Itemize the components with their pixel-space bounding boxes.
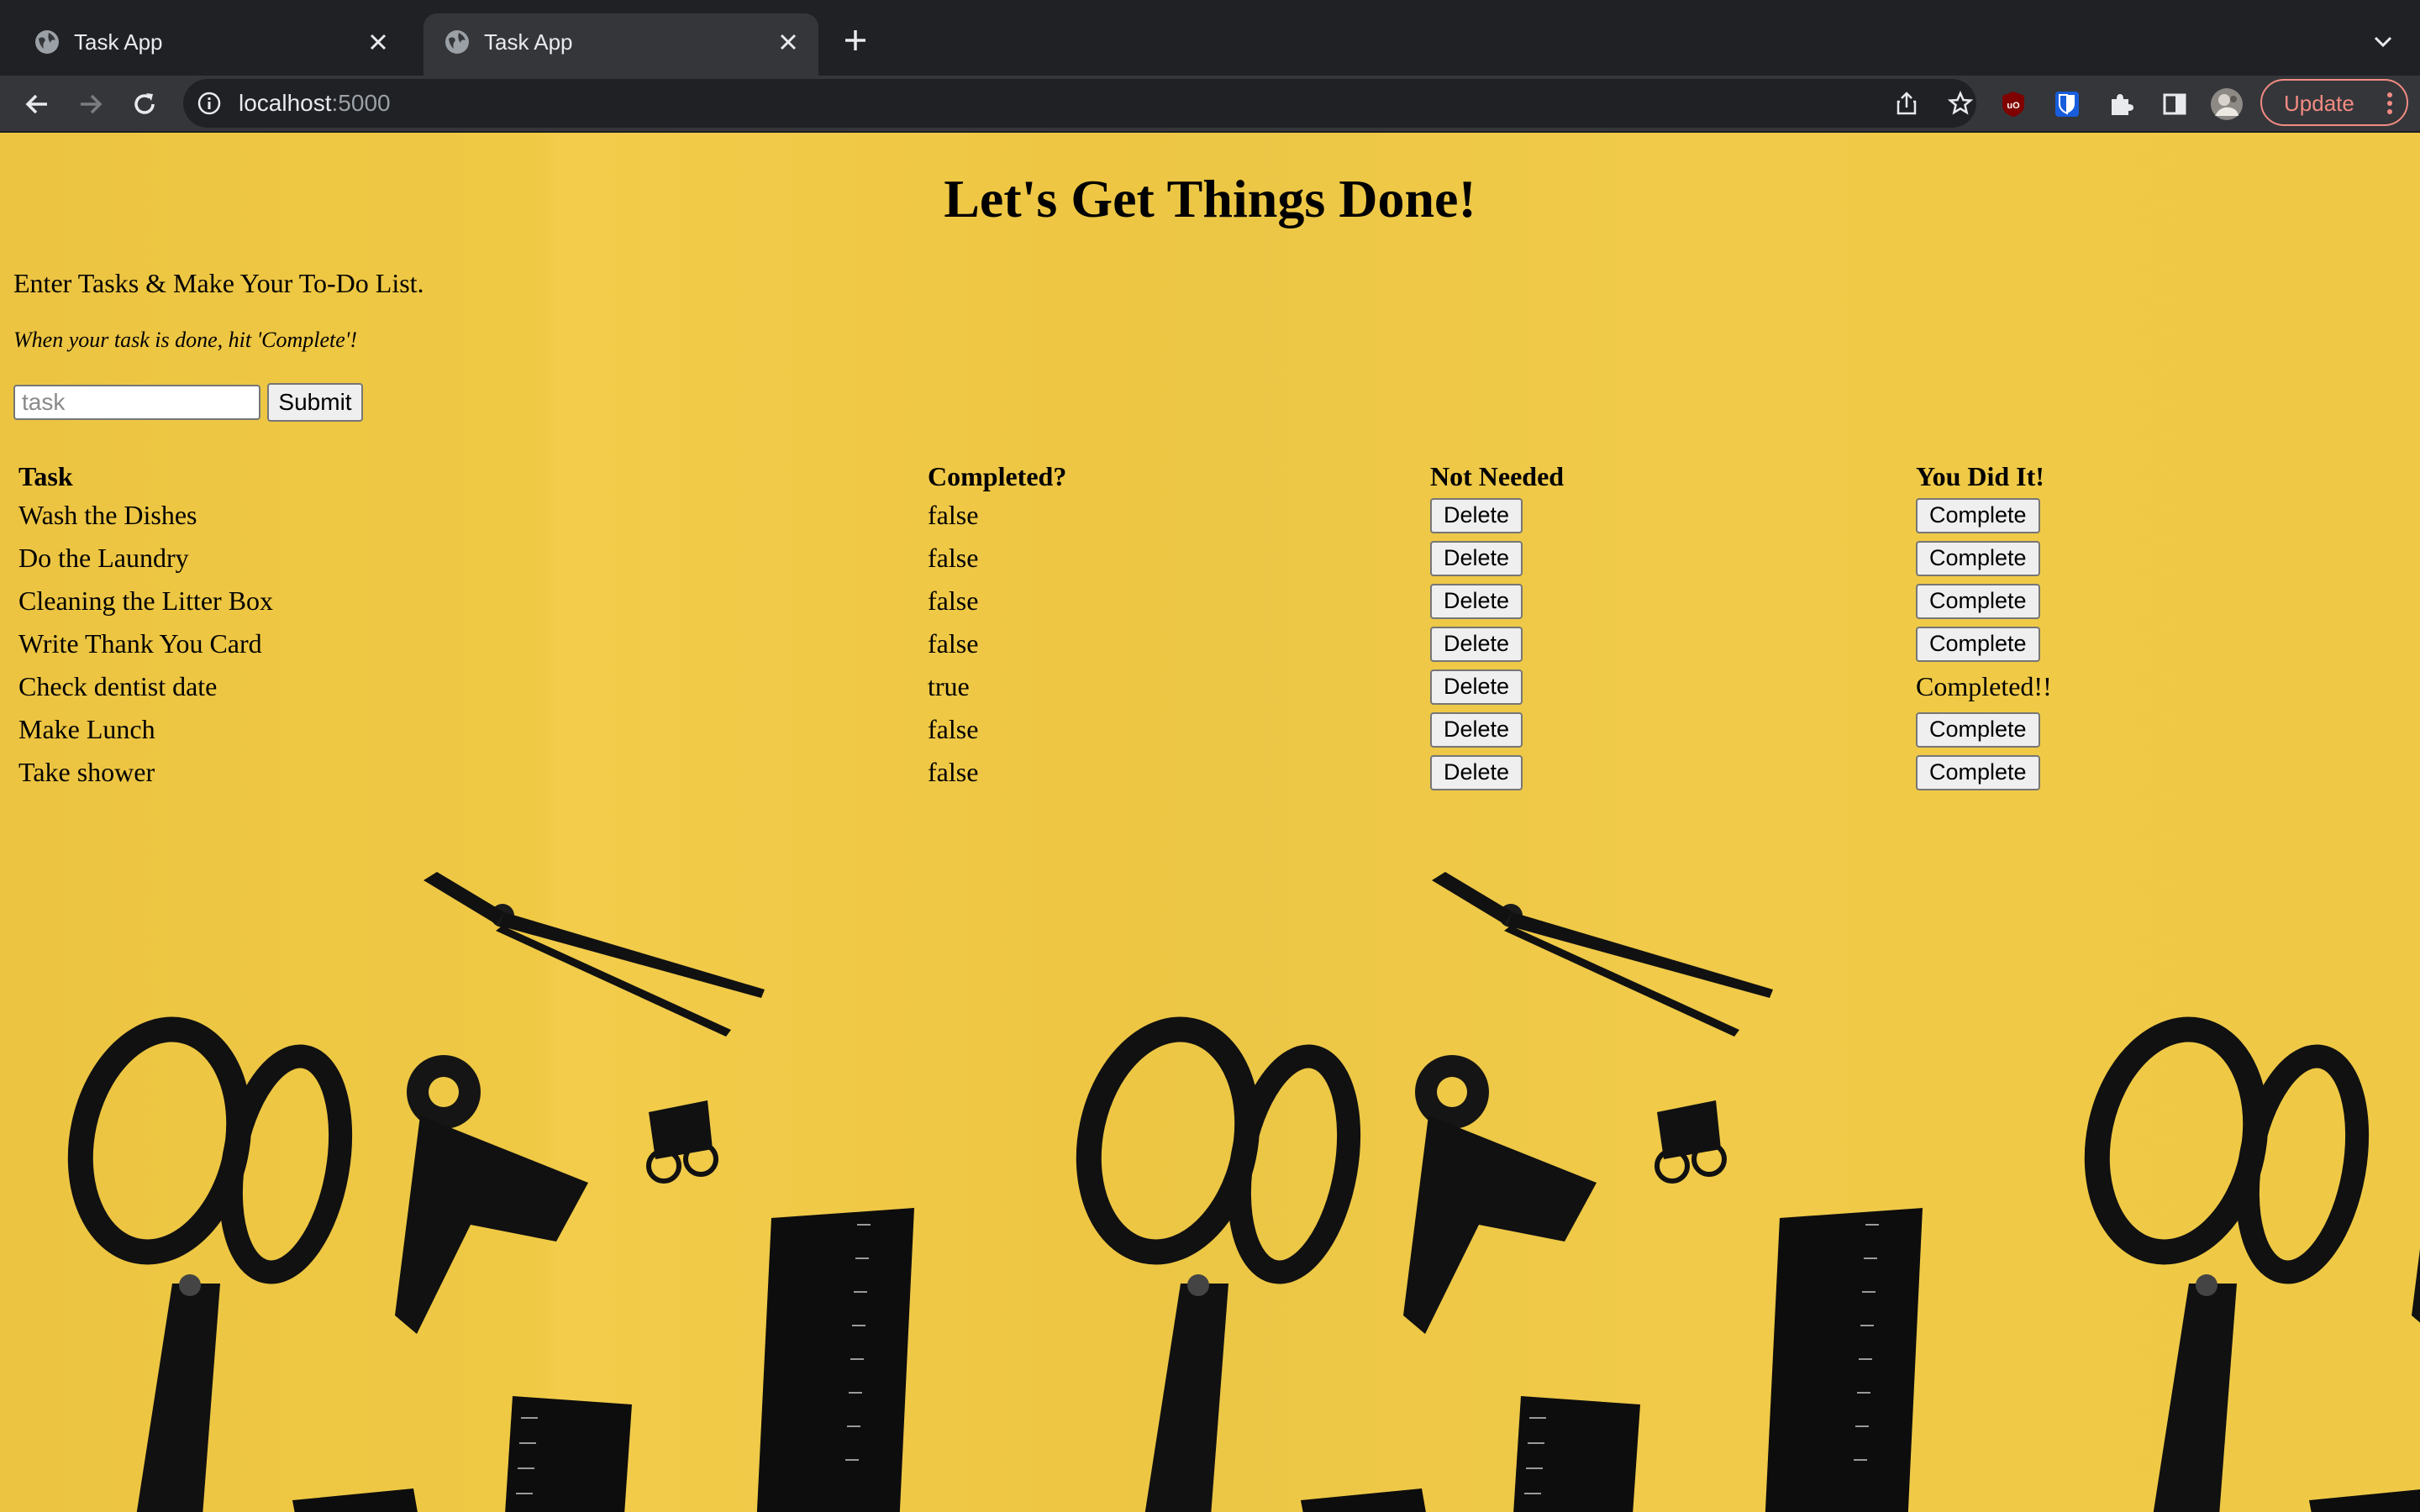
task-name: Write Thank You Card — [18, 628, 262, 659]
task-name: Cleaning the Litter Box — [18, 585, 274, 616]
address-bar[interactable]: localhost:5000 — [183, 79, 1976, 128]
delete-cell: Delete — [1428, 496, 1911, 535]
task-completed-value: false — [928, 585, 979, 616]
share-icon[interactable] — [1892, 89, 1921, 118]
delete-button[interactable]: Delete — [1430, 540, 1523, 576]
delete-button[interactable]: Delete — [1430, 497, 1523, 533]
task-completed-value: true — [928, 671, 970, 701]
intro-text: Enter Tasks & Make Your To-Do List. — [13, 268, 424, 298]
delete-cell: Delete — [1428, 667, 1911, 706]
table-row: Take shower false Delete Complete — [17, 753, 2385, 792]
delete-cell: Delete — [1428, 538, 1911, 578]
task-name: Check dentist date — [18, 671, 218, 701]
update-label: Update — [2284, 91, 2354, 116]
delete-cell: Delete — [1428, 581, 1911, 621]
tab-title: Task App — [484, 29, 573, 55]
close-icon[interactable] — [773, 27, 803, 57]
complete-cell: Complete — [1914, 538, 2385, 578]
info-icon[interactable] — [197, 91, 222, 116]
delete-button[interactable]: Delete — [1430, 583, 1523, 619]
table-row: Make Lunch false Delete Complete — [17, 710, 2385, 749]
task-table: Task Completed? Not Needed You Did It! W… — [13, 452, 2388, 795]
table-row: Do the Laundry false Delete Complete — [17, 538, 2385, 578]
complete-cell: Complete — [1914, 496, 2385, 535]
complete-button[interactable]: Complete — [1916, 540, 2040, 576]
table-header-row: Task Completed? Not Needed You Did It! — [17, 455, 2385, 492]
completed-status-text: Completed!! — [1916, 671, 2052, 701]
table-row: Wash the Dishes false Delete Complete — [17, 496, 2385, 535]
complete-button[interactable]: Complete — [1916, 711, 2040, 748]
new-tab-plus-icon[interactable] — [839, 24, 872, 57]
url-port: :5000 — [331, 90, 391, 116]
complete-button[interactable]: Complete — [1916, 626, 2040, 662]
globe-icon — [445, 30, 469, 54]
back-arrow-icon[interactable] — [20, 87, 54, 121]
page-viewport: Let's Get Things Done! Enter Tasks & Mak… — [0, 133, 2420, 1512]
complete-cell: Complete — [1914, 753, 2385, 792]
hint-text: When your task is done, hit 'Complete'! — [13, 328, 357, 352]
update-button[interactable]: Update — [2260, 79, 2408, 126]
extensions-puzzle-icon[interactable] — [2104, 87, 2138, 121]
table-row: Check dentist date true Delete Completed… — [17, 667, 2385, 706]
browser-toolbar: localhost:5000 uO Update — [0, 76, 2420, 133]
task-name: Do the Laundry — [18, 543, 189, 573]
task-completed-value: false — [928, 628, 979, 659]
submit-button[interactable]: Submit — [267, 383, 363, 422]
delete-cell: Delete — [1428, 710, 1911, 749]
ublock-extension-icon[interactable]: uO — [1996, 87, 2030, 121]
url-host: localhost — [239, 90, 332, 116]
task-name: Wash the Dishes — [18, 500, 197, 530]
task-completed-value: false — [928, 500, 979, 530]
page-title: Let's Get Things Done! — [944, 169, 1476, 228]
complete-button[interactable]: Complete — [1916, 754, 2040, 790]
task-completed-value: false — [928, 757, 979, 787]
url-text: localhost:5000 — [239, 91, 391, 116]
reload-icon[interactable] — [128, 87, 161, 121]
header-not-needed: Not Needed — [1430, 461, 1565, 491]
tab-strip: Task App Task App — [0, 0, 2420, 76]
task-name: Make Lunch — [18, 714, 155, 744]
header-task: Task — [18, 461, 73, 491]
complete-button[interactable]: Complete — [1916, 497, 2040, 533]
bitwarden-shield-icon[interactable] — [2050, 87, 2084, 121]
globe-icon — [35, 30, 59, 54]
header-you-did-it: You Did It! — [1916, 461, 2044, 491]
delete-button[interactable]: Delete — [1430, 669, 1523, 705]
browser-tab-1[interactable]: Task App — [13, 13, 408, 76]
header-completed: Completed? — [928, 461, 1067, 491]
delete-button[interactable]: Delete — [1430, 754, 1523, 790]
complete-cell: Complete — [1914, 624, 2385, 664]
bookmark-star-icon[interactable] — [1946, 89, 1975, 118]
delete-cell: Delete — [1428, 753, 1911, 792]
delete-cell: Delete — [1428, 624, 1911, 664]
task-name: Take shower — [18, 757, 155, 787]
table-row: Write Thank You Card false Delete Comple… — [17, 624, 2385, 664]
delete-button[interactable]: Delete — [1430, 711, 1523, 748]
svg-text:uO: uO — [2007, 101, 2020, 111]
complete-cell: Complete — [1914, 710, 2385, 749]
complete-button[interactable]: Complete — [1916, 583, 2040, 619]
stationery-background-image — [0, 133, 2420, 1512]
chevron-down-icon[interactable] — [2368, 27, 2398, 57]
browser-tab-2[interactable]: Task App — [424, 13, 818, 76]
complete-cell: Complete — [1914, 581, 2385, 621]
delete-button[interactable]: Delete — [1430, 626, 1523, 662]
task-completed-value: false — [928, 714, 979, 744]
task-completed-value: false — [928, 543, 979, 573]
tab-title: Task App — [74, 29, 163, 55]
side-panel-icon[interactable] — [2158, 87, 2191, 121]
forward-arrow-icon[interactable] — [74, 87, 108, 121]
table-row: Cleaning the Litter Box false Delete Com… — [17, 581, 2385, 621]
close-icon[interactable] — [363, 27, 393, 57]
task-input[interactable] — [13, 385, 260, 420]
kebab-menu-icon[interactable] — [2385, 91, 2395, 116]
profile-avatar[interactable] — [2210, 87, 2244, 121]
